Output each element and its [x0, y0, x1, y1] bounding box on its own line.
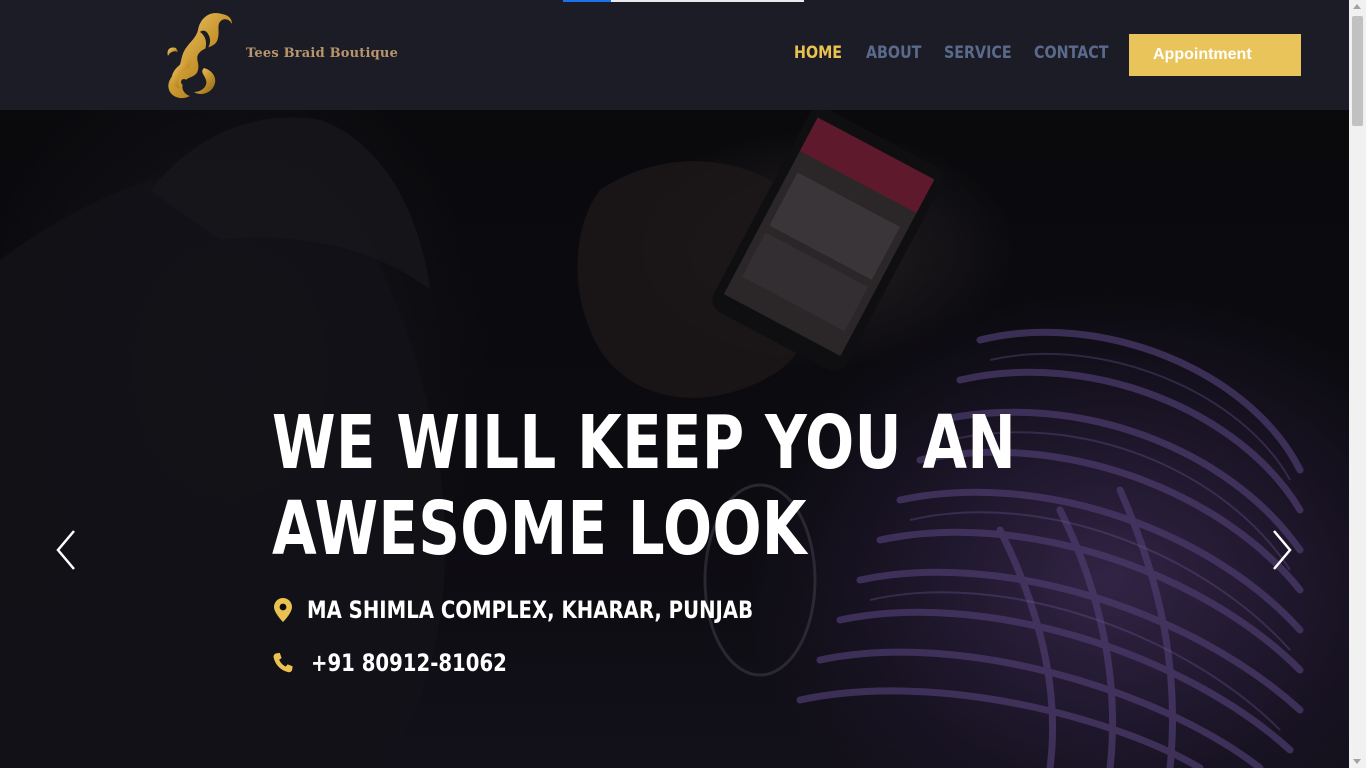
map-pin-icon — [272, 597, 294, 623]
chevron-right-icon — [1273, 530, 1292, 570]
brand-logo-icon[interactable] — [160, 8, 240, 102]
site-header: Tees Braid Boutique HOME ABOUT SERVICE C… — [0, 0, 1349, 110]
hero-phone[interactable]: +91 80912-81062 — [272, 649, 550, 677]
page-loading-bar-fill — [563, 0, 611, 2]
slider-prev-button[interactable] — [52, 525, 82, 575]
chevron-left-icon — [56, 530, 75, 570]
hero-headline-line1: WE WILL KEEP YOU AN — [272, 400, 1017, 486]
hero-phone-text[interactable]: +91 80912-81062 — [311, 649, 507, 677]
slider-next-button[interactable] — [1266, 525, 1296, 575]
nav-item-home[interactable]: HOME — [794, 43, 842, 63]
appointment-button[interactable]: Appointment — [1129, 34, 1301, 76]
hero-headline: WE WILL KEEP YOU AN AWESOME LOOK — [272, 400, 1016, 572]
hero-address: MA SHIMLA COMPLEX, KHARAR, PUNJAB — [272, 596, 851, 624]
hero-slider: WE WILL KEEP YOU AN AWESOME LOOK MA SHIM… — [0, 110, 1349, 768]
scroll-down-arrow-icon[interactable] — [1353, 759, 1361, 764]
page-scrollbar[interactable] — [1349, 0, 1366, 768]
page-loading-bar — [563, 0, 804, 2]
phone-icon — [272, 650, 294, 676]
nav-item-contact[interactable]: CONTACT — [1034, 43, 1108, 63]
hero-address-text: MA SHIMLA COMPLEX, KHARAR, PUNJAB — [307, 596, 754, 624]
nav-item-about[interactable]: ABOUT — [866, 43, 921, 63]
nav-item-service[interactable]: SERVICE — [944, 43, 1012, 63]
scroll-up-arrow-icon[interactable] — [1353, 4, 1361, 9]
scrollbar-thumb[interactable] — [1352, 16, 1363, 126]
brand-name[interactable]: Tees Braid Boutique — [246, 46, 398, 61]
hero-headline-line2: AWESOME LOOK — [272, 486, 808, 572]
